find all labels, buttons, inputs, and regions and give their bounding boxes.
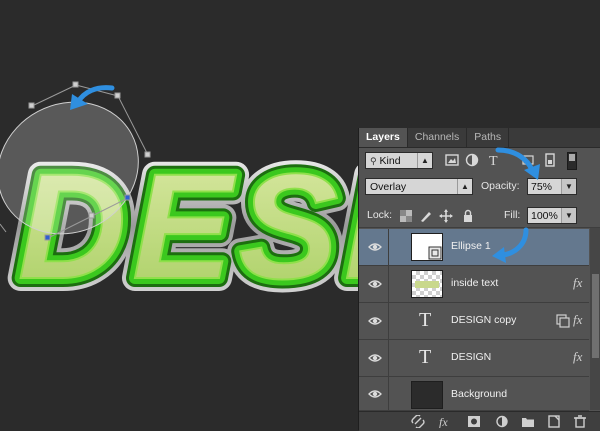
layer-name: Background: [451, 388, 508, 400]
filter-toggle-switch[interactable]: [567, 152, 577, 170]
layer-row-inside-text[interactable]: inside text fx: [359, 266, 589, 303]
type-layer-icon: T: [419, 309, 432, 331]
lock-row: Lock: Fill: 100% ▼: [359, 205, 600, 228]
smart-object-filter-icon[interactable]: [543, 153, 557, 167]
mask-icon[interactable]: [467, 415, 481, 428]
type-filter-icon[interactable]: T: [487, 153, 501, 167]
layer-row-ellipse-1[interactable]: Ellipse 1: [359, 229, 589, 266]
visibility-eye-icon[interactable]: [368, 277, 382, 291]
fx-icon[interactable]: fx: [439, 415, 453, 428]
pixel-filter-icon[interactable]: [445, 153, 459, 167]
visibility-eye-icon[interactable]: [368, 240, 382, 254]
chevron-down-icon[interactable]: ▼: [561, 179, 576, 194]
layer-thumbnail: [411, 233, 443, 261]
shape-filter-icon[interactable]: [521, 153, 535, 167]
layer-name: DESIGN copy: [451, 314, 517, 326]
scrollbar-thumb[interactable]: [592, 274, 599, 358]
opacity-field[interactable]: 75% ▼: [527, 178, 577, 195]
visibility-eye-icon[interactable]: [368, 351, 382, 365]
layer-name: Ellipse 1: [451, 240, 491, 252]
new-layer-icon[interactable]: [547, 415, 561, 428]
layers-bottom-toolbar: fx: [359, 411, 600, 431]
chevron-down-icon[interactable]: ▼: [561, 208, 576, 223]
link-icon[interactable]: [411, 415, 425, 428]
fill-value: 100%: [531, 210, 558, 222]
folder-icon[interactable]: [521, 415, 535, 428]
layer-thumbnail: [411, 270, 443, 298]
lock-position-move-icon[interactable]: [439, 209, 453, 223]
svg-text:fx: fx: [439, 415, 448, 428]
tab-layers[interactable]: Layers: [359, 128, 408, 147]
smart-object-badge-icon: [556, 314, 570, 328]
layer-name: inside text: [451, 277, 499, 289]
opacity-value: 75%: [531, 181, 553, 193]
filter-row: ⚲ Kind ▲ T: [359, 149, 600, 171]
layers-panel: Layers Channels Paths ⚲ Kind ▲ T Overlay…: [358, 128, 600, 431]
panel-tabs: Layers Channels Paths: [359, 128, 600, 148]
layer-effects-icon[interactable]: fx: [573, 312, 582, 328]
lock-transparency-icon[interactable]: [399, 209, 413, 223]
svg-text:T: T: [489, 154, 498, 167]
kind-filter-label: Kind: [379, 155, 401, 167]
layers-scrollbar[interactable]: [590, 228, 600, 410]
tab-paths[interactable]: Paths: [467, 128, 510, 147]
visibility-eye-icon[interactable]: [368, 314, 382, 328]
kind-filter-select[interactable]: ⚲ Kind ▲: [365, 152, 433, 169]
chevron-icon: ▲: [417, 153, 432, 168]
blend-mode-label: Overlay: [370, 181, 407, 193]
layer-effects-icon[interactable]: fx: [573, 275, 582, 291]
layer-row-design-copy[interactable]: T DESIGN copy fx: [359, 303, 589, 340]
opacity-label: Opacity:: [481, 180, 520, 192]
type-layer-icon: T: [419, 346, 432, 368]
tab-channels[interactable]: Channels: [408, 128, 468, 147]
search-icon: ⚲: [370, 156, 377, 166]
lock-label: Lock:: [367, 209, 393, 221]
trash-icon[interactable]: [573, 415, 587, 428]
adjustment-icon[interactable]: [495, 415, 509, 428]
adjustment-filter-icon[interactable]: [465, 153, 479, 167]
blend-row: Overlay ▲ Opacity: 75% ▼: [359, 176, 600, 198]
layer-row-background[interactable]: Background: [359, 377, 589, 411]
lock-all-padlock-icon[interactable]: [461, 209, 475, 223]
layer-row-design[interactable]: T DESIGN fx: [359, 340, 589, 377]
blend-mode-select[interactable]: Overlay ▲: [365, 178, 473, 195]
fill-field[interactable]: 100% ▼: [527, 207, 577, 224]
layer-name: DESIGN: [451, 351, 492, 363]
layer-thumbnail: [411, 381, 443, 409]
lock-pixels-brush-icon[interactable]: [419, 209, 433, 223]
layer-effects-icon[interactable]: fx: [573, 349, 582, 365]
visibility-eye-icon[interactable]: [368, 387, 382, 401]
chevron-icon: ▲: [457, 179, 472, 194]
fill-label: Fill:: [504, 209, 521, 221]
